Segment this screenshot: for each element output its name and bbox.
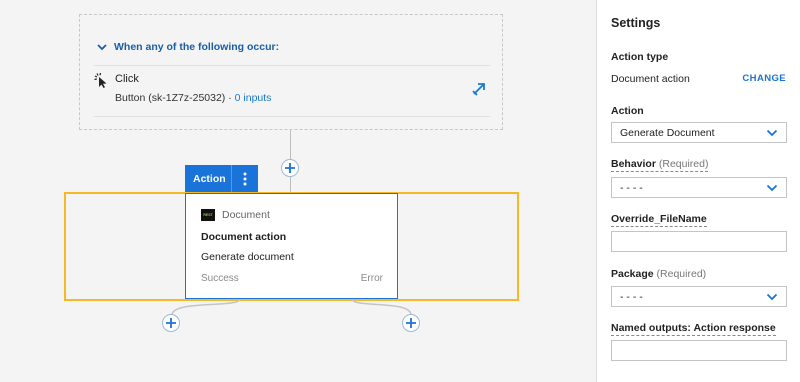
action-tab[interactable]: Action	[185, 165, 258, 192]
override-filename-input[interactable]	[611, 231, 787, 252]
trigger-header[interactable]: When any of the following occur:	[96, 41, 279, 53]
behavior-select[interactable]: - - - -	[611, 177, 787, 198]
divider	[94, 116, 490, 117]
chevron-down-icon	[766, 129, 778, 137]
action-type-label: Action type	[611, 51, 669, 63]
behavior-label-text: Behavior	[611, 158, 656, 170]
action-select-value: Generate Document	[620, 126, 715, 139]
trigger-source-text: Button (sk-1Z7z-25032) ·	[115, 92, 235, 104]
add-step-button[interactable]	[281, 159, 299, 177]
trigger-event-title: Click	[115, 73, 139, 85]
action-description: Generate document	[201, 251, 294, 263]
inputs-link[interactable]: 0 inputs	[235, 92, 272, 104]
trigger-event-source: Button (sk-1Z7z-25032) · 0 inputs	[115, 92, 271, 104]
package-required: (Required)	[656, 268, 707, 280]
package-select[interactable]: - - - -	[611, 286, 787, 307]
add-error-step-button[interactable]	[402, 314, 420, 332]
trigger-block[interactable]: When any of the following occur: Click B…	[79, 14, 503, 130]
rest-api-icon: REST	[201, 209, 215, 221]
action-label: Action	[611, 105, 644, 117]
vertical-dots-icon	[243, 172, 247, 185]
package-select-value: - - - -	[620, 290, 643, 303]
chevron-down-icon	[766, 293, 778, 301]
package-label-text: Package	[611, 268, 654, 280]
behavior-select-value: - - - -	[620, 181, 643, 194]
open-external-icon[interactable]	[471, 81, 487, 97]
action-card[interactable]: REST Document Document action Generate d…	[185, 193, 398, 299]
trigger-header-label: When any of the following occur:	[114, 41, 280, 53]
plus-icon	[406, 318, 416, 328]
action-select[interactable]: Generate Document	[611, 122, 787, 143]
plus-icon	[166, 318, 176, 328]
action-type-value: Document action	[611, 73, 690, 85]
flow-canvas: When any of the following occur: Click B…	[0, 0, 596, 382]
error-branch-label: Error	[360, 273, 383, 284]
action-type-label: Document	[222, 209, 270, 221]
change-button[interactable]: CHANGE	[742, 73, 786, 84]
divider	[94, 65, 490, 66]
chevron-down-icon	[97, 44, 107, 51]
named-outputs-label: Named outputs: Action response	[611, 322, 776, 336]
behavior-required: (Required)	[658, 158, 709, 170]
more-options-button[interactable]	[232, 172, 258, 186]
settings-panel: Settings Action type Document action CHA…	[596, 0, 800, 382]
settings-title: Settings	[611, 16, 661, 30]
action-tab-label: Action	[193, 172, 226, 185]
chevron-down-icon	[766, 184, 778, 192]
cursor-click-icon	[94, 72, 107, 88]
action-title: Document action	[201, 231, 287, 243]
behavior-label: Behavior (Required)	[611, 158, 709, 172]
override-filename-label: Override_FileName	[611, 213, 707, 227]
success-branch-label: Success	[201, 273, 239, 284]
named-outputs-input[interactable]	[611, 340, 787, 361]
plus-icon	[285, 163, 295, 173]
add-success-step-button[interactable]	[162, 314, 180, 332]
package-label: Package (Required)	[611, 268, 706, 280]
